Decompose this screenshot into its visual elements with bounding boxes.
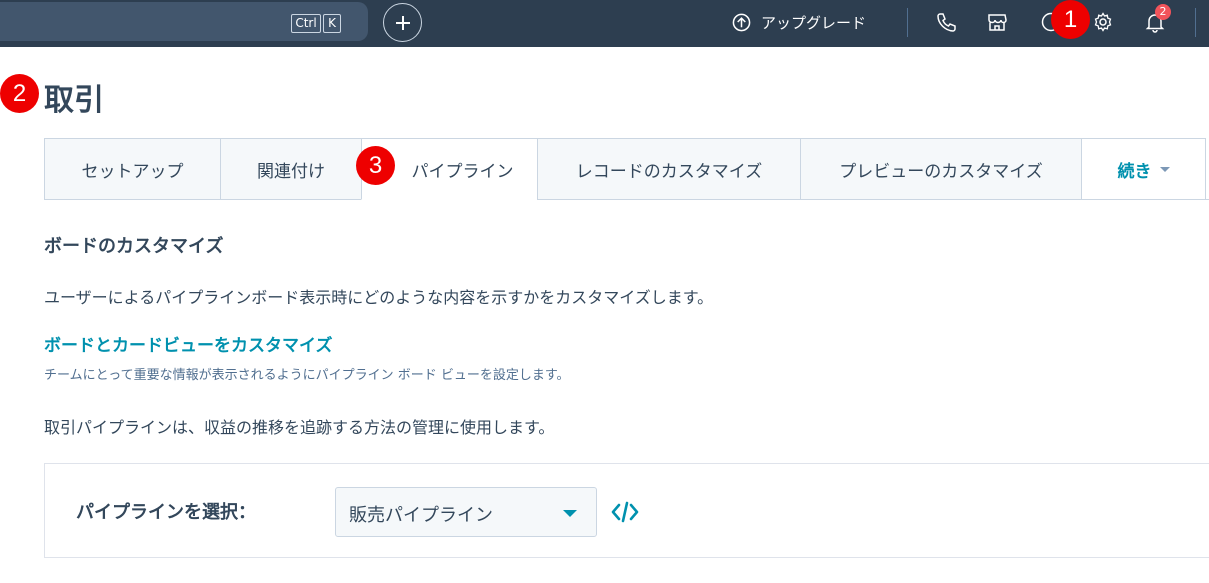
chevron-down-icon — [1159, 166, 1170, 172]
section-title: ボードのカスタマイズ — [44, 236, 224, 257]
gear-icon[interactable] — [1092, 11, 1114, 33]
marker-1: 1 — [1051, 0, 1090, 39]
customize-board-description: チームにとって重要な情報が表示されるようにパイプライン ボード ビューを設定しま… — [44, 368, 570, 383]
tab-associations[interactable]: 関連付け — [220, 138, 362, 200]
create-button[interactable] — [383, 3, 422, 42]
upgrade-label: アップグレード — [761, 13, 867, 32]
shortcut-ctrl-key: Ctrl — [291, 14, 321, 33]
section-description: ユーザーによるパイプラインボード表示時にどのような内容を示すかをカスタマイズしま… — [44, 288, 714, 307]
marker-2: 2 — [0, 74, 39, 113]
plus-icon — [396, 16, 410, 30]
phone-icon[interactable] — [935, 11, 957, 33]
customize-board-link[interactable]: ボードとカードビューをカスタマイズ — [44, 331, 333, 356]
shortcut-k-key: K — [323, 14, 341, 33]
pipeline-description: 取引パイプラインは、収益の推移を追跡する方法の管理に使用します。 — [44, 418, 555, 437]
pipeline-dropdown-value: 販売パイプライン — [349, 505, 493, 526]
upgrade-arrow-icon — [732, 13, 751, 31]
tab-more[interactable]: 続き — [1081, 138, 1206, 200]
upgrade-button[interactable]: アップグレード — [732, 10, 866, 34]
caret-down-icon — [563, 510, 577, 517]
pipeline-select-panel: パイプラインを選択： 販売パイプライン — [44, 463, 1209, 558]
marketplace-icon[interactable] — [986, 11, 1008, 33]
marker-3: 3 — [356, 146, 395, 185]
search-bar[interactable]: Ctrl K — [0, 2, 368, 41]
notification-badge: 2 — [1155, 4, 1171, 20]
embed-code-icon[interactable] — [610, 500, 640, 524]
top-nav-bar: Ctrl K アップグレード 2 — [0, 0, 1209, 47]
pipeline-select-label: パイプラインを選択： — [76, 502, 256, 523]
settings-tabs: セットアップ 関連付け パイプライン レコードのカスタマイズ プレビューのカスタ… — [44, 138, 1209, 200]
divider — [907, 8, 908, 37]
tab-preview-customization[interactable]: プレビューのカスタマイズ — [800, 138, 1082, 200]
pipeline-dropdown[interactable]: 販売パイプライン — [335, 487, 597, 537]
divider — [1195, 8, 1196, 37]
page-title: 取引 — [44, 83, 104, 118]
tab-record-customization[interactable]: レコードのカスタマイズ — [537, 138, 801, 200]
tab-setup[interactable]: セットアップ — [44, 138, 221, 200]
